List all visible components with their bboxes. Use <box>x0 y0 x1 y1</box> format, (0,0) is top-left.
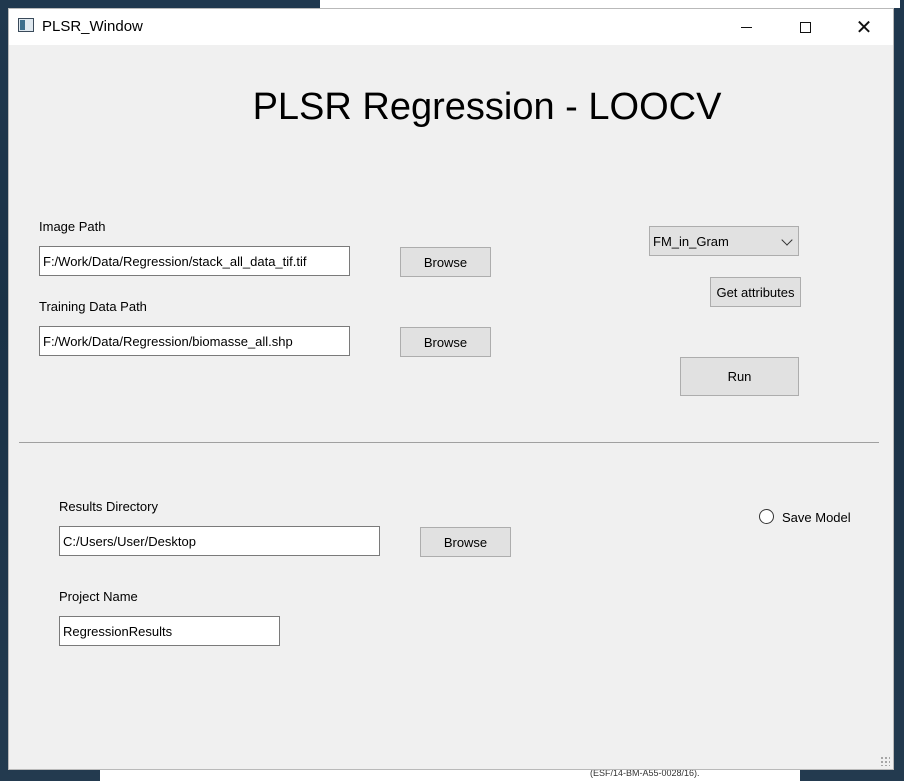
title-bar[interactable]: PLSR_Window ✕ <box>9 9 893 45</box>
image-path-input[interactable] <box>39 246 350 276</box>
get-attributes-button[interactable]: Get attributes <box>710 277 801 307</box>
app-icon <box>18 18 34 32</box>
training-data-path-label: Training Data Path <box>39 299 147 314</box>
image-path-label: Image Path <box>39 219 106 234</box>
training-data-path-input[interactable] <box>39 326 350 356</box>
project-name-label: Project Name <box>59 589 138 604</box>
save-model-radio[interactable] <box>759 509 774 524</box>
attribute-dropdown[interactable]: FM_in_Gram <box>649 226 799 256</box>
section-divider <box>19 442 879 443</box>
maximize-icon <box>799 21 811 33</box>
run-button[interactable]: Run <box>680 357 799 396</box>
save-model-label[interactable]: Save Model <box>782 510 851 525</box>
image-path-browse-button[interactable]: Browse <box>400 247 491 277</box>
close-icon: ✕ <box>855 15 873 39</box>
chevron-down-icon <box>781 234 793 246</box>
results-directory-label: Results Directory <box>59 499 158 514</box>
results-directory-input[interactable] <box>59 526 380 556</box>
close-button[interactable]: ✕ <box>835 9 893 45</box>
maximize-button[interactable] <box>776 9 834 45</box>
page-title: PLSR Regression - LOOCV <box>252 86 722 128</box>
minimize-button[interactable] <box>717 9 775 45</box>
training-data-browse-button[interactable]: Browse <box>400 327 491 357</box>
resize-grip-icon[interactable] <box>880 756 890 766</box>
results-directory-browse-button[interactable]: Browse <box>420 527 511 557</box>
background-window-edge <box>320 0 900 8</box>
window-title: PLSR_Window <box>42 18 143 35</box>
plsr-window: PLSR_Window ✕ PLSR Regression - LOOCV Im… <box>8 8 894 770</box>
minimize-icon <box>740 26 752 28</box>
project-name-input[interactable] <box>59 616 280 646</box>
attribute-dropdown-value: FM_in_Gram <box>653 233 729 249</box>
